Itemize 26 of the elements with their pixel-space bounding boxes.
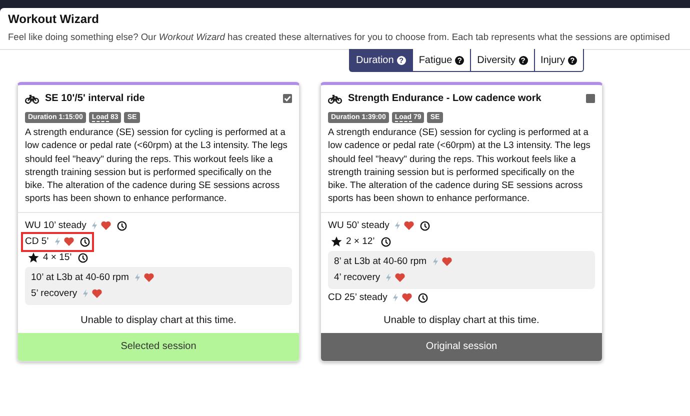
session-button[interactable]: Selected session — [18, 332, 299, 361]
interval-step: 10’ at L3b at 40-60 rpm — [31, 270, 129, 286]
interval-step: 5’ recovery — [31, 286, 78, 302]
session-title: Strength Endurance - Low cadence work — [348, 93, 542, 104]
star-icon — [331, 236, 342, 248]
bicycle-icon — [328, 94, 342, 104]
workout-step: CD 5’ — [25, 234, 49, 250]
dialog-title: Workout Wizard — [8, 11, 100, 27]
checkbox[interactable] — [586, 94, 595, 103]
session-description: A strength endurance (SE) session for cycling is performed at a low cadence or pedal rate (<60rpm) at the L3 intensity. The legs should feel "heavy" during the reps. This workout feels like a strength training session but is performed specifically on the bike. The alteration of the cadence during SE sessions across sports has been shown to enhance performance. — [18, 126, 299, 213]
bicycle-icon — [25, 94, 39, 104]
interval-step: 4’ recovery — [334, 270, 380, 286]
checkbox[interactable] — [283, 94, 292, 103]
workout-step: CD 25’ steady — [328, 290, 388, 306]
chart-message: Unable to display chart at this time. — [382, 314, 540, 328]
repeat-label: 2 × 12’ — [346, 234, 375, 249]
repeat-label: 4 × 15’ — [43, 250, 72, 265]
chart-message: Unable to display chart at this time. — [80, 314, 238, 328]
dialog-subtitle: Feel like doing something else? Our Workout Wizard has created these alternatives for you to choose from. Each tab represents what the sessions are optimised — [8, 31, 671, 44]
session-description: A strength endurance (SE) session for cycling is performed at a low cadence or pedal rate (<60rpm) at the L3 intensity. The legs should feel "heavy" during the reps. This workout feels like a strength training session but is performed specifically on the bike. The alteration of the cadence during SE sessions across sports has been shown to enhance performance. — [321, 126, 602, 213]
workout-step: WU 50’ steady — [328, 218, 390, 234]
session-title: SE 10'/5' interval ride — [45, 93, 146, 104]
star-icon — [28, 252, 39, 264]
interval-step: 8’ at L3b at 40-60 rpm — [334, 254, 427, 270]
session-button[interactable]: Original session — [321, 332, 602, 361]
workout-step: WU 10’ steady — [25, 218, 86, 234]
